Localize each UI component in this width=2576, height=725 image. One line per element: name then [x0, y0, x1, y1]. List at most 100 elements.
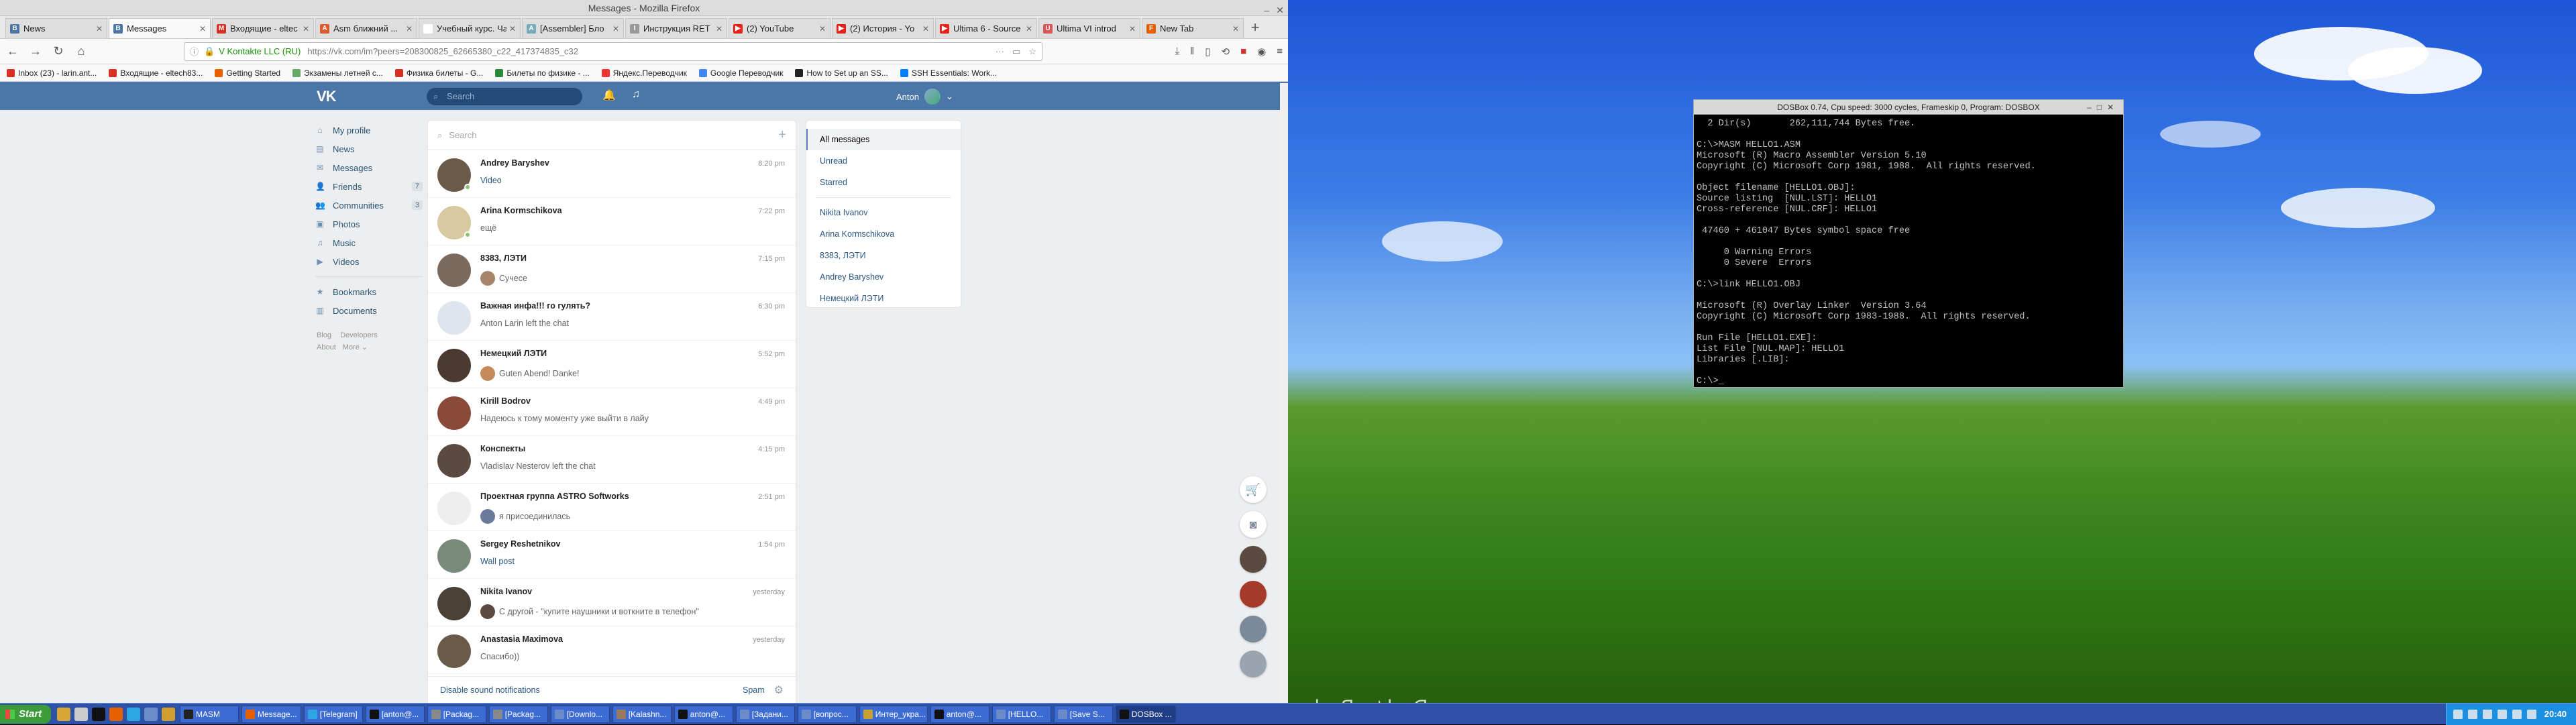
- taskbar-button[interactable]: [Packag...: [488, 705, 548, 723]
- filter-starred[interactable]: Starred: [806, 172, 961, 193]
- filter-peer[interactable]: Andrey Baryshev: [806, 266, 961, 288]
- sidebar-item-friends[interactable]: 👤 Friends 7: [315, 177, 423, 196]
- sidebar-item-news[interactable]: ▤ News: [315, 140, 423, 158]
- bookmark-item[interactable]: Физика билеты - G...: [394, 68, 483, 78]
- taskbar-button[interactable]: DOSBox ...: [1115, 705, 1176, 723]
- archive-icon[interactable]: [162, 707, 175, 721]
- list-item[interactable]: Andrey Baryshev Video 8:20 pm: [428, 150, 796, 198]
- clock[interactable]: 20:40: [2544, 709, 2567, 719]
- account-icon[interactable]: ◉: [1257, 46, 1266, 58]
- battery-icon[interactable]: [2512, 709, 2522, 719]
- list-item[interactable]: 8383, ЛЭТИ Сучесе 7:15 pm: [428, 245, 796, 293]
- taskbar-button[interactable]: anton@...: [674, 705, 733, 723]
- reload-button[interactable]: ↻: [51, 44, 66, 58]
- back-button[interactable]: ←: [5, 44, 20, 58]
- taskbar-button[interactable]: [Задани...: [735, 705, 795, 723]
- close-icon[interactable]: ✕: [96, 24, 103, 34]
- avatar[interactable]: [1240, 546, 1267, 573]
- camera-icon[interactable]: ◙: [1240, 511, 1267, 538]
- file-manager-icon[interactable]: [57, 707, 70, 721]
- list-item[interactable]: Sergey Reshetnikov Wall post 1:54 pm: [428, 531, 796, 579]
- volume-icon[interactable]: [2482, 709, 2492, 719]
- taskbar-button[interactable]: [Kalashn...: [612, 705, 672, 723]
- close-icon[interactable]: ✕: [1026, 24, 1032, 34]
- taskbar-button[interactable]: [anton@...: [365, 705, 425, 723]
- downloads-icon[interactable]: ⤓: [1175, 46, 1179, 58]
- taskbar-button[interactable]: MASM: [180, 705, 239, 723]
- avatar[interactable]: [1240, 651, 1267, 677]
- close-icon[interactable]: ✕: [716, 24, 722, 34]
- info-icon[interactable]: ⓘ: [190, 45, 199, 58]
- home-button[interactable]: ⌂: [74, 44, 89, 58]
- reader-view-icon[interactable]: ▭: [1012, 46, 1020, 57]
- library-icon[interactable]: ‖: [1190, 46, 1194, 58]
- close-icon[interactable]: ✕: [509, 24, 516, 34]
- forward-button[interactable]: →: [28, 44, 43, 58]
- list-item[interactable]: Kirill Bodrov Надеюсь к тому моменту уже …: [428, 388, 796, 436]
- bookmark-item[interactable]: Билеты по физике - ...: [495, 68, 590, 78]
- user-menu[interactable]: Anton ⌄: [896, 89, 953, 105]
- avatar[interactable]: [1240, 581, 1267, 608]
- flag-icon[interactable]: [2497, 709, 2507, 719]
- tab[interactable]: F New Tab ✕: [1142, 18, 1244, 38]
- close-icon[interactable]: ✕: [922, 24, 929, 34]
- new-tab-button[interactable]: +: [1245, 18, 1265, 38]
- bookmark-item[interactable]: SSH Essentials: Work...: [900, 68, 997, 78]
- messages-search-input[interactable]: ⌕ Search +: [428, 121, 796, 150]
- sidebar-item-messages[interactable]: ✉ Messages: [315, 158, 423, 177]
- close-icon[interactable]: ✕: [303, 24, 309, 34]
- tab[interactable]: I Инструкция RET ✕: [625, 18, 727, 38]
- developers-link[interactable]: Developers: [340, 331, 378, 339]
- filter-unread[interactable]: Unread: [806, 150, 961, 172]
- close-icon[interactable]: ✕: [1129, 24, 1136, 34]
- vk-logo[interactable]: VK: [317, 88, 337, 105]
- tab[interactable]: A [Assembler] Бло ✕: [522, 18, 624, 38]
- filter-peer[interactable]: 8383, ЛЭТИ: [806, 245, 961, 266]
- tab[interactable]: U Ultima VI introd ✕: [1038, 18, 1140, 38]
- list-item[interactable]: Важная инфа!!! го гулять? Anton Larin lef…: [428, 293, 796, 341]
- terminal-icon[interactable]: [92, 707, 105, 721]
- tab[interactable]: ▶ (2) YouTube ✕: [729, 18, 830, 38]
- sidebar-icon[interactable]: ▯: [1205, 46, 1210, 58]
- filter-peer[interactable]: Немецкий ЛЭТИ: [806, 288, 961, 309]
- bluetooth-icon[interactable]: [2526, 709, 2536, 719]
- list-item[interactable]: Немецкий ЛЭТИ Guten Abend! Danke! 5:52 pm: [428, 341, 796, 388]
- filter-peer[interactable]: Arina Kormschikova: [806, 223, 961, 245]
- dos-screen[interactable]: 2 Dir(s) 262,111,744 Bytes free. C:\>MAS…: [1694, 115, 2123, 391]
- tab[interactable]: ▶ (2) История - Yo ✕: [832, 18, 934, 38]
- updates-icon[interactable]: [2467, 709, 2477, 719]
- close-icon[interactable]: ✕: [199, 24, 206, 34]
- bookmark-item[interactable]: Экзамены летней с...: [292, 68, 383, 78]
- close-icon[interactable]: ✕: [1232, 24, 1239, 34]
- tab[interactable]: ▶ Ultima 6 - Source ✕: [935, 18, 1037, 38]
- sync-icon[interactable]: ⟲: [1222, 46, 1230, 58]
- folder-icon[interactable]: [74, 707, 88, 721]
- taskbar-button[interactable]: [вопрос...: [797, 705, 857, 723]
- taskbar-button[interactable]: [Packag...: [427, 705, 486, 723]
- filter-all[interactable]: All messages: [806, 129, 961, 150]
- bookmark-item[interactable]: Яндекс.Переводчик: [601, 68, 687, 78]
- extension-icon[interactable]: ■: [1240, 46, 1246, 58]
- cart-icon[interactable]: 🛒: [1240, 476, 1267, 503]
- bookmark-item[interactable]: Google Переводчик: [698, 68, 783, 78]
- sidebar-item-bookmarks[interactable]: ★ Bookmarks: [315, 282, 423, 301]
- music-icon[interactable]: ♫: [632, 89, 640, 101]
- vk-search-input[interactable]: ⌕ Search: [427, 88, 582, 105]
- lock-icon[interactable]: 🔒: [204, 46, 215, 57]
- sidebar-item-videos[interactable]: ▶ Videos: [315, 252, 423, 271]
- sidebar-item-communities[interactable]: 👥 Communities 3: [315, 196, 423, 215]
- new-message-icon[interactable]: +: [778, 127, 786, 143]
- network-icon[interactable]: [2453, 709, 2463, 719]
- bookmark-item[interactable]: Inbox (23) - larin.ant...: [7, 68, 97, 78]
- taskbar-button[interactable]: anton@...: [930, 705, 989, 723]
- taskbar-button[interactable]: Message...: [241, 705, 301, 723]
- menu-icon[interactable]: ≡: [1277, 46, 1283, 58]
- taskbar-button[interactable]: [Telegram]: [303, 705, 363, 723]
- list-item[interactable]: Arina Kormschikova ещё 7:22 pm: [428, 198, 796, 245]
- filter-peer[interactable]: Nikita Ivanov: [806, 202, 961, 223]
- page-actions-icon[interactable]: ···: [996, 46, 1004, 57]
- list-item[interactable]: Nikita Ivanov С другой - "купите наушники…: [428, 579, 796, 626]
- blog-link[interactable]: Blog: [317, 331, 331, 339]
- sidebar-item-my-profile[interactable]: ⌂ My profile: [315, 121, 423, 140]
- list-item[interactable]: Проектная группа ASTRO Softworks я присое…: [428, 484, 796, 531]
